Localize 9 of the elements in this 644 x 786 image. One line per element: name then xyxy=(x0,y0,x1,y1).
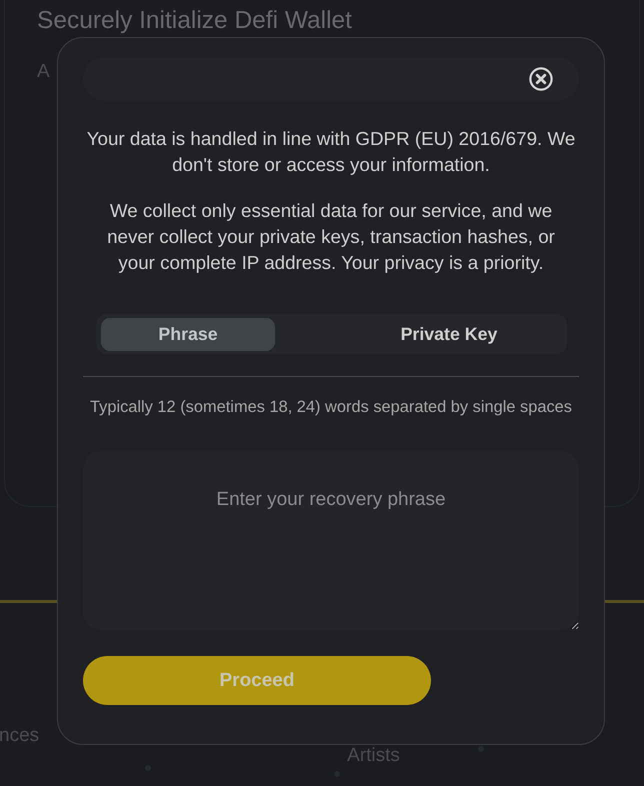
tab[interactable]: Phrase xyxy=(101,318,275,351)
page-title: Securely Initialize Defi Wallet xyxy=(37,8,352,34)
close-icon xyxy=(529,67,553,91)
privacy-notice: Your data is handled in line with GDPR (EU) 2016/679. We don't store or access your information. xyxy=(86,127,576,177)
tab[interactable]: Private Key xyxy=(336,318,562,351)
recovery-phrase-field[interactable]: Enter your recovery phrase xyxy=(83,451,579,630)
privacy-notice: We collect only essential data for our service, and we never collect your private keys, transaction hashes, or your complete IP address. Your privacy is a priority. xyxy=(106,199,556,275)
close-button[interactable] xyxy=(529,67,553,91)
input-hint: Typically 12 (sometimes 18, 24) words separated by single spaces xyxy=(89,397,573,418)
